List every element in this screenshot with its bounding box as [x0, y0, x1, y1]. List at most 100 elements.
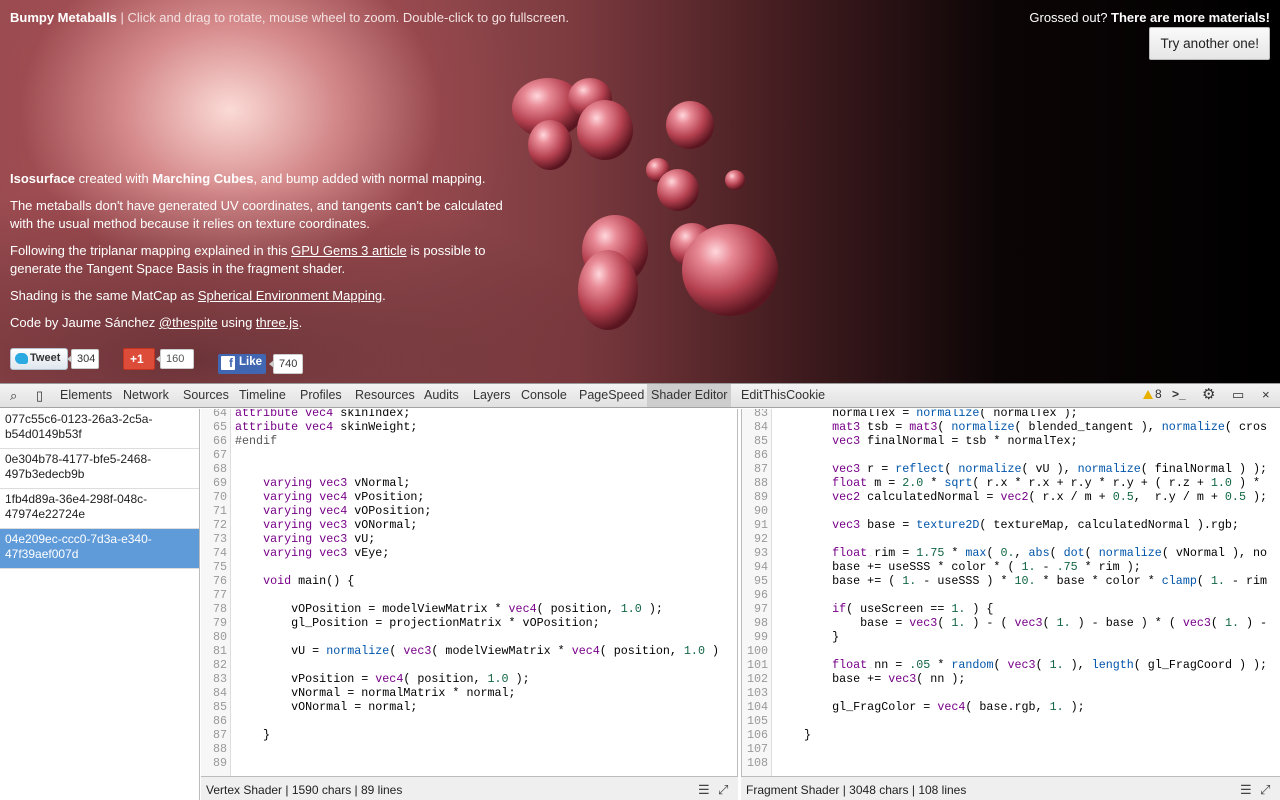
demo-header: Bumpy Metaballs | Click and drag to rota…: [10, 10, 569, 25]
code-line: 107: [742, 742, 1280, 756]
webgl-canvas[interactable]: Bumpy Metaballs | Click and drag to rota…: [0, 0, 1280, 383]
code-line: 77: [201, 588, 737, 602]
line-number: 101: [746, 658, 768, 672]
more-materials-text: There are more materials!: [1111, 10, 1270, 25]
program-item[interactable]: 1fb4d89a-36e4-298f-048c-47974e22724e: [0, 489, 199, 529]
line-number: 72: [212, 518, 227, 532]
try-another-button[interactable]: Try another one!: [1149, 27, 1270, 60]
tab-shader-editor[interactable]: Shader Editor: [647, 384, 732, 407]
fragment-shader-editor[interactable]: 83 normalTex = normalize( normalTex ); 84…: [741, 409, 1280, 776]
code-text: gl_FragColor = vec4( base.rgb, 1. );: [776, 700, 1085, 714]
line-number: 89: [753, 490, 768, 504]
vertex-status-text: Vertex Shader | 1590 chars | 89 lines: [206, 783, 403, 797]
facebook-icon: f: [221, 356, 235, 370]
warning-icon: [1143, 390, 1153, 399]
code-line: 69 varying vec3 vNormal;: [201, 476, 737, 490]
settings-gear-icon[interactable]: ⚙: [1202, 385, 1215, 403]
info-p1: Isosurface created with Marching Cubes, …: [10, 170, 510, 188]
program-item-selected[interactable]: 04e209ec-ccc0-7d3a-e340-47f39aef007d: [0, 529, 199, 569]
format-icon[interactable]: ☰: [1240, 782, 1252, 798]
title-separator: |: [116, 10, 128, 25]
code-line: 79 gl_Position = projectionMatrix * vOPo…: [201, 616, 737, 630]
tab-profiles[interactable]: Profiles: [300, 388, 342, 402]
isosurface-label: Isosurface: [10, 171, 76, 186]
line-number: 103: [746, 686, 768, 700]
line-number: 92: [753, 532, 768, 546]
thespite-link[interactable]: @thespite: [159, 315, 218, 330]
like-count: 740: [269, 354, 303, 374]
tab-editthiscookie[interactable]: EditThisCookie: [741, 388, 825, 402]
info-text: .: [382, 288, 386, 303]
gplus-button[interactable]: +1: [123, 348, 155, 370]
vertex-shader-editor[interactable]: 64 attribute vec4 skinIndex; 65 attribute v…: [201, 409, 738, 776]
line-number: 88: [212, 742, 227, 756]
code-line: 97 if( useScreen == 1. ) {: [742, 602, 1280, 616]
code-text: base += useSSS * color * ( 1. - .75 * ri…: [776, 560, 1141, 574]
tab-audits[interactable]: Audits: [424, 388, 459, 402]
tweet-button[interactable]: Tweet: [10, 348, 68, 370]
code-text: vec2 calculatedNormal = vec2( r.x / m + …: [832, 490, 1268, 504]
line-number: 65: [212, 420, 227, 434]
tab-timeline[interactable]: Timeline: [239, 388, 286, 402]
tab-elements[interactable]: Elements: [60, 388, 112, 402]
line-number: 100: [746, 644, 768, 658]
info-text: , and bump added with normal mapping.: [253, 171, 486, 186]
code-line: 90: [742, 504, 1280, 518]
inspect-icon[interactable]: ⌕: [10, 388, 17, 404]
code-text: }: [776, 728, 812, 742]
dock-side-icon[interactable]: ▭: [1232, 387, 1244, 403]
gplus-count: 160: [156, 349, 194, 369]
code-line: 66 #endif: [201, 434, 737, 448]
code-line: 96: [742, 588, 1280, 602]
tab-layers[interactable]: Layers: [473, 388, 511, 402]
code-text: vec3 r = reflect( normalize( vU ), norma…: [832, 462, 1267, 476]
tab-pagespeed[interactable]: PageSpeed: [579, 388, 644, 402]
code-text: }: [776, 630, 840, 644]
info-text: Code by Jaume Sánchez: [10, 315, 159, 330]
program-item[interactable]: 077c55c6-0123-26a3-2c5a-b54d0149b53f: [0, 409, 199, 449]
line-number: 96: [753, 588, 768, 602]
fullscreen-icon[interactable]: ⤢: [1260, 782, 1270, 798]
code-line: 78 vOPosition = modelViewMatrix * vec4( …: [201, 602, 737, 616]
console-drawer-icon[interactable]: >_: [1172, 387, 1186, 401]
facebook-like-button[interactable]: f Like: [218, 354, 266, 374]
fragment-status-text: Fragment Shader | 3048 chars | 108 lines: [746, 783, 967, 797]
warning-indicator[interactable]: 8: [1143, 387, 1162, 401]
code-line: 89 vec2 calculatedNormal = vec2( r.x / m…: [742, 490, 1280, 504]
line-number: 88: [753, 476, 768, 490]
close-icon[interactable]: ×: [1262, 387, 1270, 402]
fullscreen-icon[interactable]: ⤢: [718, 782, 728, 798]
line-number: 86: [212, 714, 227, 728]
program-item[interactable]: 0e304b78-4177-bfe5-2468-497b3edecb9b: [0, 449, 199, 489]
code-line: 85 vONormal = normal;: [201, 700, 737, 714]
code-line: 76 void main() {: [201, 574, 737, 588]
info-text: created with: [75, 171, 153, 186]
line-number: 98: [753, 616, 768, 630]
code-line: 92: [742, 532, 1280, 546]
tab-console[interactable]: Console: [521, 388, 567, 402]
format-icon[interactable]: ☰: [698, 782, 710, 798]
code-text: if( useScreen == 1. ) {: [832, 602, 994, 616]
tab-sources[interactable]: Sources: [183, 388, 229, 402]
code-line: 88: [201, 742, 737, 756]
tweet-count: 304: [67, 349, 99, 369]
line-number: 91: [753, 518, 768, 532]
line-number: 77: [212, 588, 227, 602]
code-line: 93 float rim = 1.75 * max( 0., abs( dot(…: [742, 546, 1280, 560]
gpu-gems-link[interactable]: GPU Gems 3 article: [291, 243, 407, 258]
line-number: 84: [212, 686, 227, 700]
twitter-bird-icon: [15, 353, 28, 364]
info-text: Following the triplanar mapping explaine…: [10, 243, 292, 258]
threejs-link[interactable]: three.js: [256, 315, 299, 330]
tab-resources[interactable]: Resources: [355, 388, 415, 402]
code-line: 91 vec3 base = texture2D( textureMap, ca…: [742, 518, 1280, 532]
sem-link[interactable]: Spherical Environment Mapping: [198, 288, 382, 303]
like-label: Like: [239, 356, 263, 368]
code-line: 99 }: [742, 630, 1280, 644]
devtools-tabbar: ⌕ ▯ Elements Network Sources Timeline Pr…: [0, 384, 1280, 408]
device-mode-icon[interactable]: ▯: [36, 388, 43, 404]
line-number: 86: [753, 448, 768, 462]
program-list: 077c55c6-0123-26a3-2c5a-b54d0149b53f 0e3…: [0, 409, 200, 800]
code-line: 68: [201, 462, 737, 476]
tab-network[interactable]: Network: [123, 388, 169, 402]
